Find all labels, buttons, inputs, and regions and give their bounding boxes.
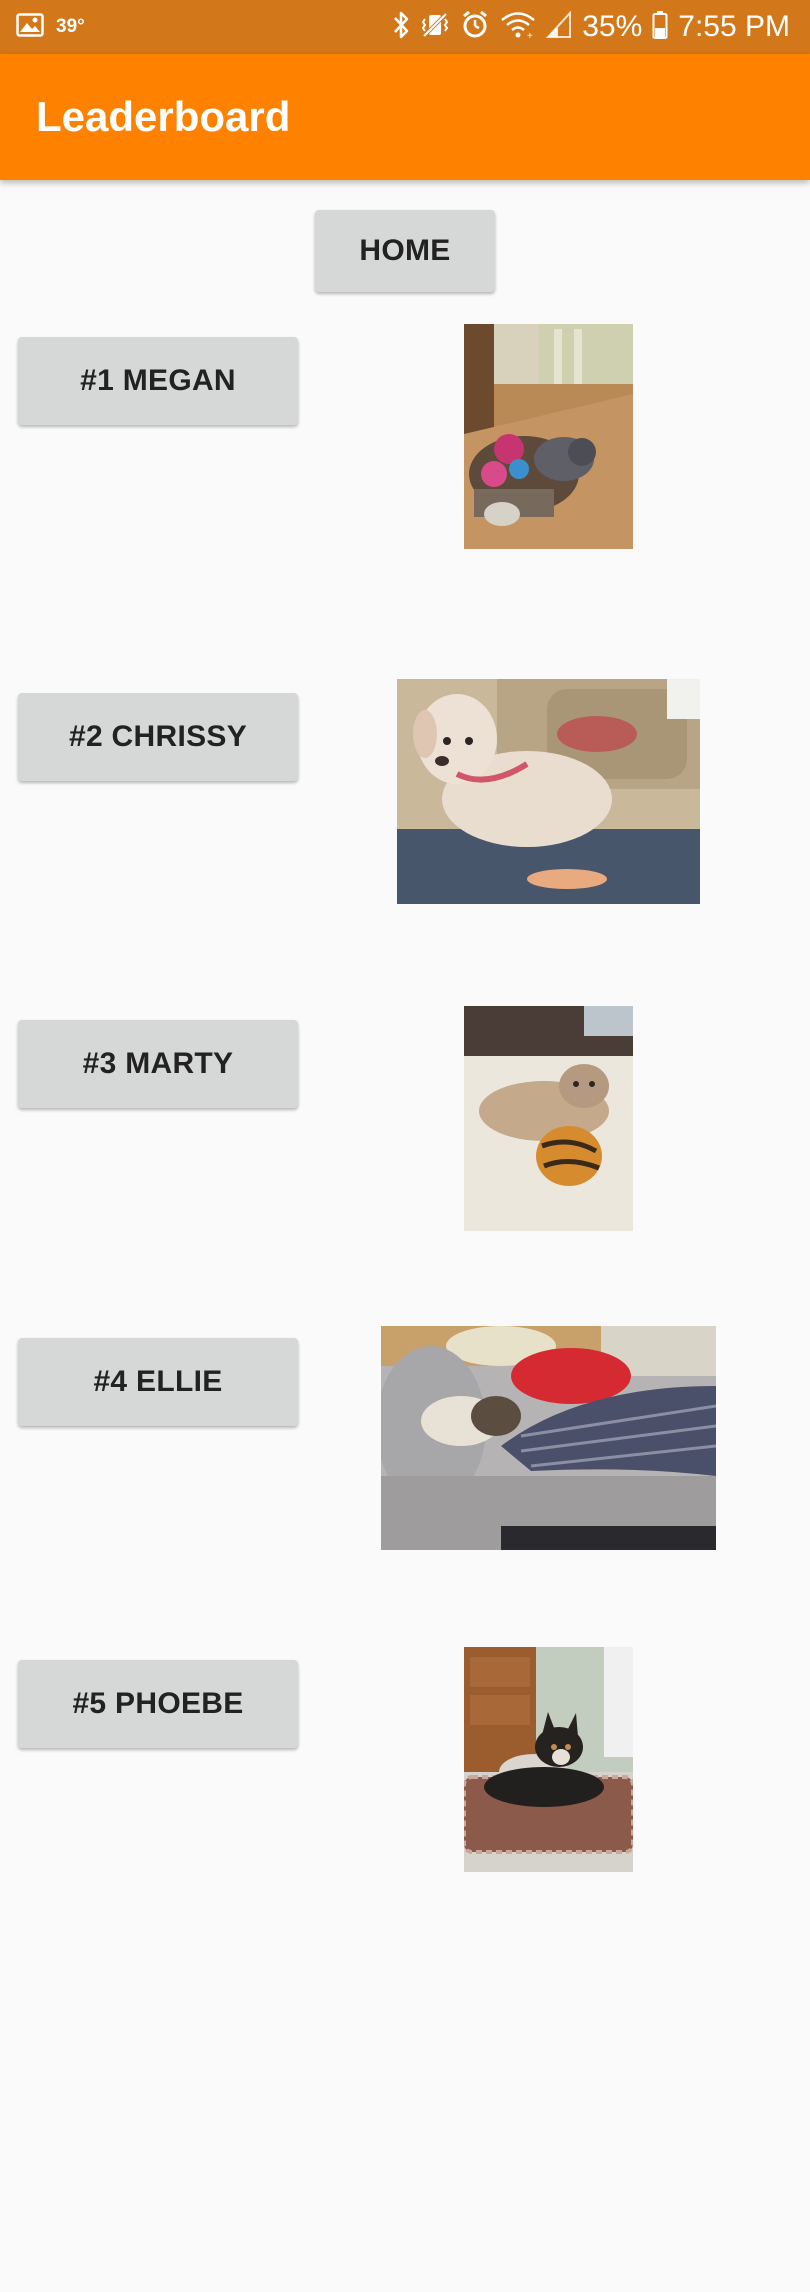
status-right: + 35% 7:55 PM xyxy=(392,0,790,54)
dog-photo-chrissy xyxy=(397,679,700,904)
battery-icon xyxy=(652,10,668,45)
dog-photo-phoebe xyxy=(464,1647,633,1872)
dog-photo-marty xyxy=(464,1006,633,1231)
vibrate-icon xyxy=(420,10,450,45)
alarm-icon xyxy=(460,10,490,45)
signal-icon xyxy=(545,9,572,44)
svg-text:+: + xyxy=(527,31,533,40)
app-title: Leaderboard xyxy=(36,93,291,140)
rank-2-button[interactable]: #2 CHRISSY xyxy=(18,693,298,781)
rank-5-button[interactable]: #5 PHOEBE xyxy=(18,1660,298,1748)
temperature-text: 39° xyxy=(56,16,85,37)
rank-4-button[interactable]: #4 ELLIE xyxy=(18,1338,298,1426)
gallery-icon xyxy=(16,12,44,42)
wifi-icon: + xyxy=(500,10,536,45)
dog-photo-ellie xyxy=(381,1326,716,1550)
home-button[interactable]: HOME xyxy=(315,210,495,292)
rank-1-button[interactable]: #1 MEGAN xyxy=(18,337,298,425)
rank-3-button[interactable]: #3 MARTY xyxy=(18,1020,298,1108)
battery-percent-text: 35% xyxy=(582,10,643,43)
dog-photo-megan xyxy=(464,324,633,549)
time-text: 7:55 PM xyxy=(678,10,790,43)
bluetooth-icon xyxy=(392,10,410,45)
status-left: 39° xyxy=(16,0,85,54)
app-bar: Leaderboard xyxy=(0,54,810,180)
status-bar: 39° + 35% 7:55 PM xyxy=(0,0,810,54)
